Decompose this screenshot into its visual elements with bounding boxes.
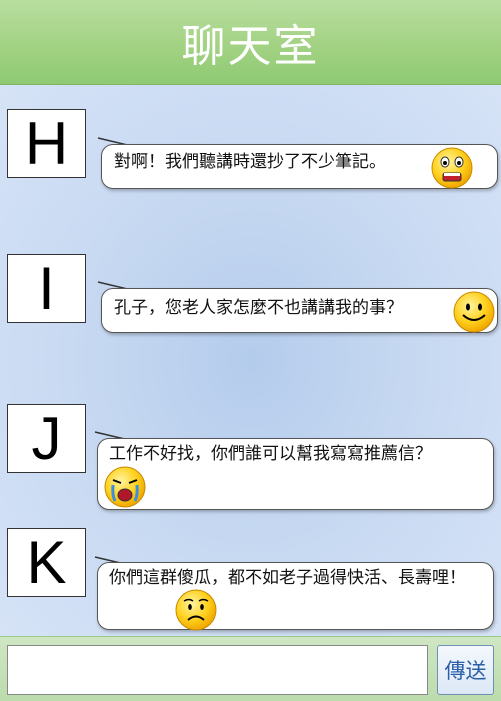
avatar-i: I xyxy=(7,254,86,323)
chat-header: 聊天室 xyxy=(0,0,501,85)
smiling-face-icon xyxy=(453,291,495,333)
crying-face-icon xyxy=(104,466,146,508)
send-button[interactable]: 傳送 xyxy=(437,645,494,695)
message-text: 你們這群傻瓜，都不如老子過得快活、長壽哩！ xyxy=(109,568,466,588)
worried-face-icon xyxy=(175,589,217,631)
surprised-face-icon xyxy=(431,147,473,189)
message-list: H 對啊！我們聽講時還抄了不少筆記。 I 孔子，您老人家怎麼不也講講我的事？ J xyxy=(0,85,501,636)
avatar-h: H xyxy=(7,109,86,178)
avatar-j: J xyxy=(7,404,86,473)
message-text: 工作不好找，你們誰可以幫我寫寫推薦信？ xyxy=(109,444,432,464)
chat-bubble: 對啊！我們聽講時還抄了不少筆記。 xyxy=(101,144,498,189)
chat-bubble: 孔子，您老人家怎麼不也講講我的事？ xyxy=(101,288,498,333)
message-composer: 傳送 xyxy=(0,636,501,701)
chat-bubble: 工作不好找，你們誰可以幫我寫寫推薦信？ xyxy=(97,438,494,510)
chat-room-title: 聊天室 xyxy=(181,21,320,72)
message-text: 對啊！我們聽講時還抄了不少筆記。 xyxy=(114,152,386,172)
message-input[interactable] xyxy=(7,645,428,695)
chat-bubble: 你們這群傻瓜，都不如老子過得快活、長壽哩！ xyxy=(97,562,494,631)
message-text: 孔子，您老人家怎麼不也講講我的事？ xyxy=(114,298,403,318)
avatar-k: K xyxy=(7,528,86,597)
